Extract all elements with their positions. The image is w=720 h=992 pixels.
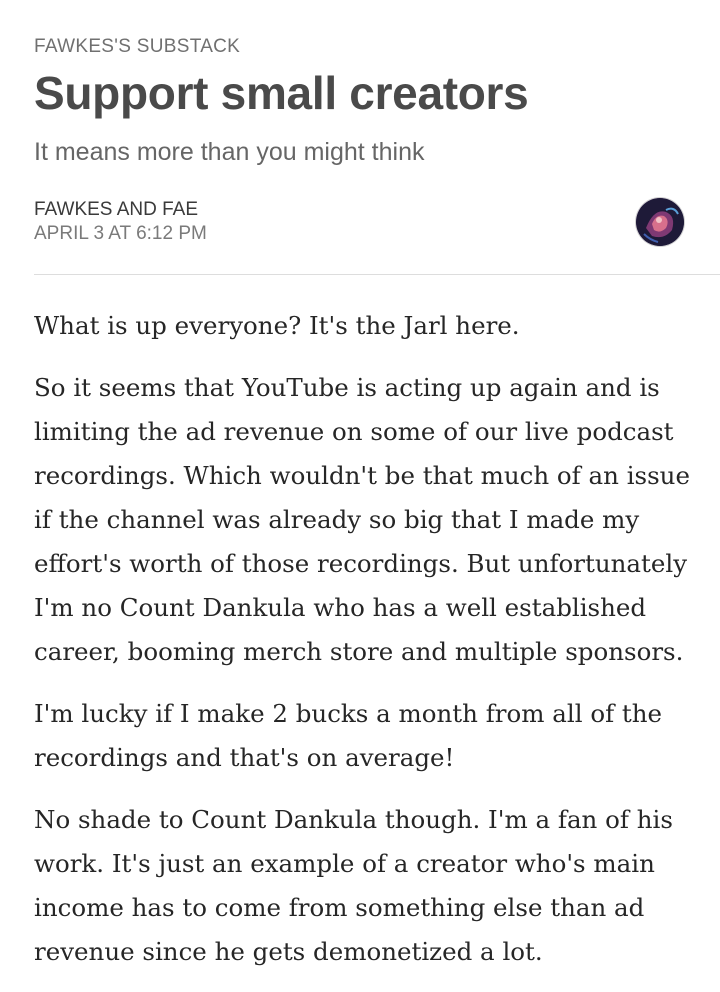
publication-name[interactable]: FAWKES'S SUBSTACK	[34, 36, 240, 58]
header-divider	[34, 274, 720, 275]
body-paragraph: So it seems that YouTube is acting up ag…	[34, 373, 690, 666]
body-paragraph: No shade to Count Dankula though. I'm a …	[34, 805, 673, 966]
post-body: What is up everyone? It's the Jarl here.…	[34, 304, 694, 992]
post-title: Support small creators	[34, 67, 529, 119]
avatar-image-icon	[636, 198, 684, 246]
author-name[interactable]: FAWKES AND FAE	[34, 199, 198, 221]
author-avatar[interactable]	[636, 198, 684, 246]
post-subtitle: It means more than you might think	[34, 138, 425, 166]
body-paragraph: What is up everyone? It's the Jarl here.	[34, 311, 520, 340]
body-paragraph: I'm lucky if I make 2 bucks a month from…	[34, 699, 663, 772]
post-date: APRIL 3 AT 6:12 PM	[34, 223, 207, 244]
